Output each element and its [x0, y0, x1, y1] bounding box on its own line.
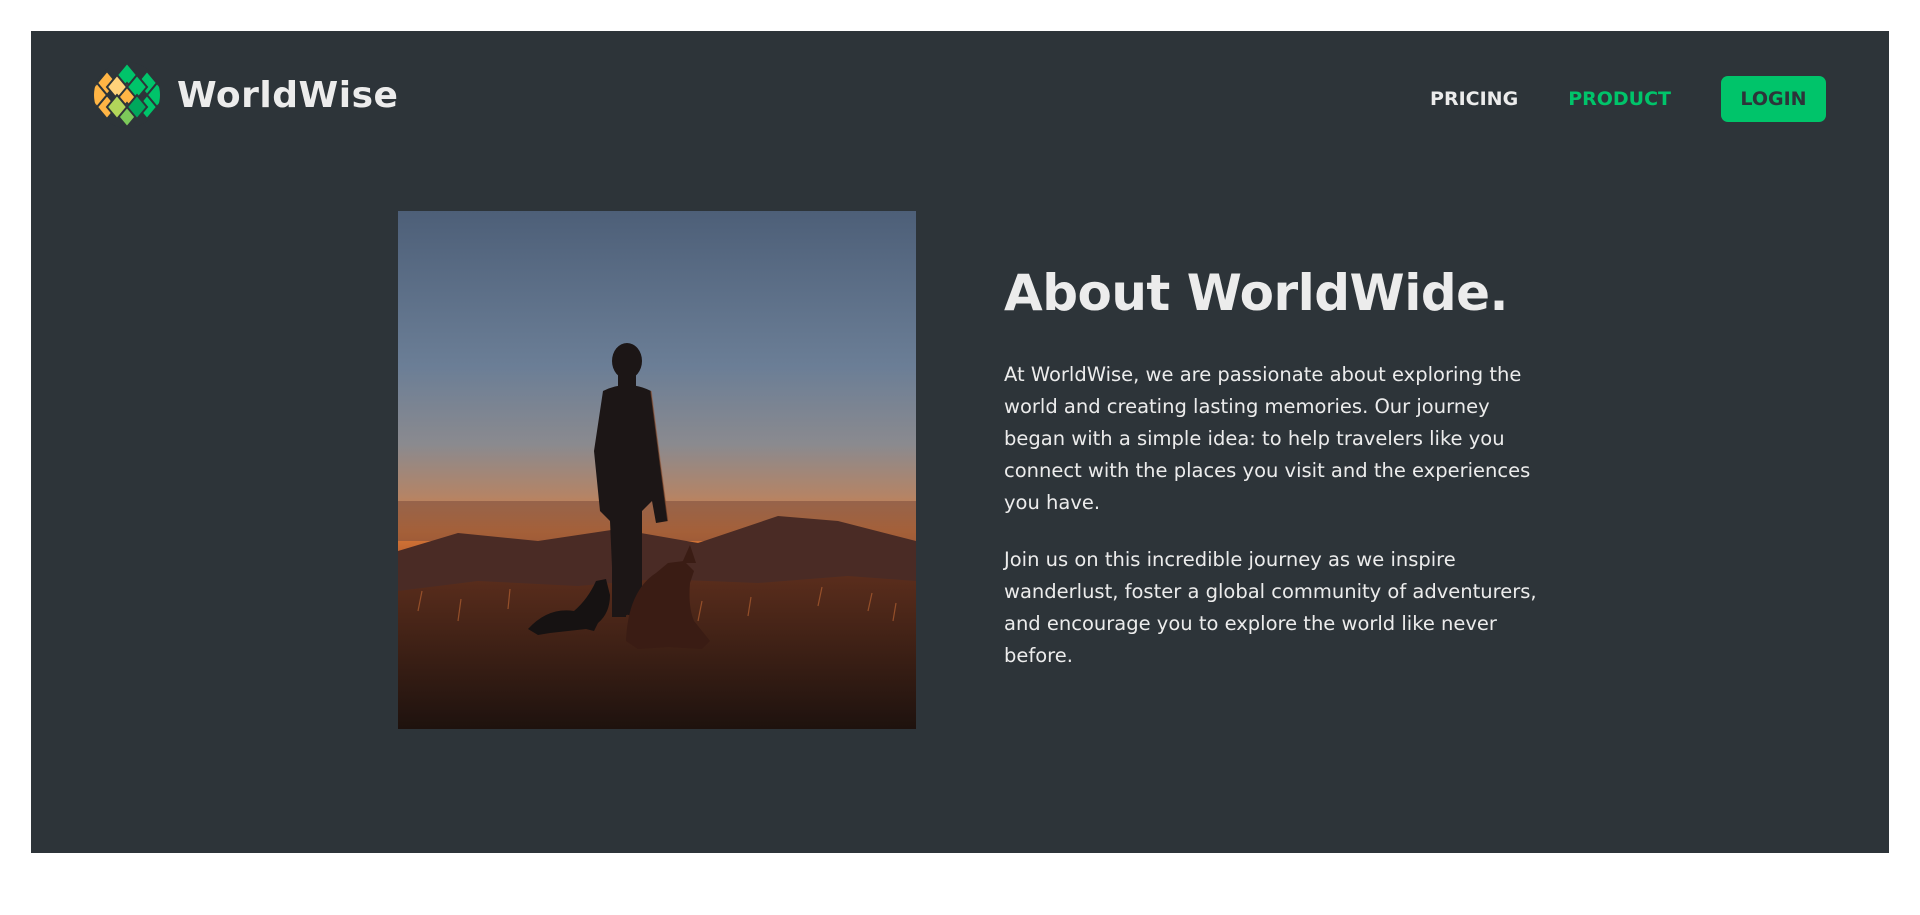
nav-links: PRICING PRODUCT LOGIN	[1430, 76, 1826, 122]
brand-name: WorldWise	[177, 74, 399, 116]
about-paragraph-2: Join us on this incredible journey as we…	[1004, 548, 1537, 667]
about-paragraph-1: At WorldWise, we are passionate about ex…	[1004, 363, 1531, 514]
about-title: About WorldWide.	[1004, 264, 1509, 322]
globe-hex-logo-icon	[94, 62, 160, 128]
login-button[interactable]: LOGIN	[1721, 76, 1826, 122]
nav-link-pricing[interactable]: PRICING	[1430, 88, 1518, 110]
page-nav: WorldWise PRICING PRODUCT LOGIN	[31, 31, 1889, 166]
nav-link-product[interactable]: PRODUCT	[1568, 88, 1671, 110]
app-container: WorldWise PRICING PRODUCT LOGIN About Wo…	[31, 31, 1889, 853]
logo-link[interactable]: WorldWise	[93, 61, 398, 129]
about-content: About WorldWide. At WorldWise, we are pa…	[1004, 263, 1544, 697]
hero-image	[398, 211, 916, 729]
